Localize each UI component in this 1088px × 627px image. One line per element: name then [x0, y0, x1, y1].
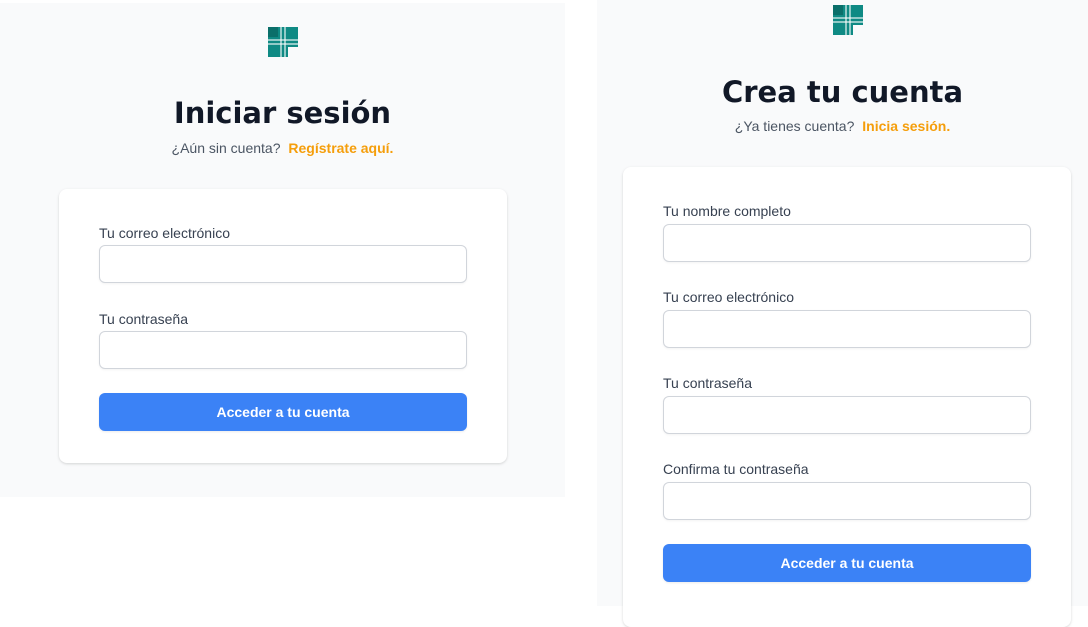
- login-title: Iniciar sesión: [173, 96, 392, 130]
- confirm-password-label: Confirma tu contraseña: [663, 461, 809, 477]
- login-panel: Iniciar sesión ¿Aún sin cuenta? Regístra…: [0, 3, 565, 497]
- login-email-input[interactable]: [99, 245, 467, 283]
- login-signup-prompt: ¿Aún sin cuenta? Regístrate aquí.: [0, 139, 565, 157]
- register-password-input[interactable]: [663, 396, 1031, 434]
- full-name-label: Tu nombre completo: [663, 203, 791, 219]
- login-card: Tu correo electrónico Tu contraseña Acce…: [59, 189, 507, 463]
- register-prompt-text: ¿Ya tienes cuenta?: [734, 118, 855, 134]
- login-submit-button[interactable]: Acceder a tu cuenta: [99, 393, 467, 431]
- teal-grid-logo-icon: [833, 5, 863, 35]
- email-label: Tu correo electrónico: [663, 289, 794, 305]
- login-prompt-text: ¿Aún sin cuenta?: [171, 140, 281, 156]
- register-card: Tu nombre completo Tu correo electrónico…: [623, 167, 1071, 627]
- email-label: Tu correo electrónico: [99, 225, 230, 241]
- register-login-prompt: ¿Ya tienes cuenta? Inicia sesión.: [597, 117, 1088, 135]
- login-password-input[interactable]: [99, 331, 467, 369]
- register-panel: Crea tu cuenta ¿Ya tienes cuenta? Inicia…: [597, 0, 1088, 627]
- login-link[interactable]: Inicia sesión.: [862, 118, 950, 134]
- register-email-input[interactable]: [663, 310, 1031, 348]
- register-submit-button[interactable]: Acceder a tu cuenta: [663, 544, 1031, 582]
- password-label: Tu contraseña: [99, 311, 188, 327]
- register-title: Crea tu cuenta: [721, 75, 964, 109]
- signup-link[interactable]: Regístrate aquí.: [288, 140, 393, 156]
- register-name-input[interactable]: [663, 224, 1031, 262]
- password-label: Tu contraseña: [663, 375, 752, 391]
- teal-grid-logo-icon: [268, 27, 298, 57]
- register-confirm-password-input[interactable]: [663, 482, 1031, 520]
